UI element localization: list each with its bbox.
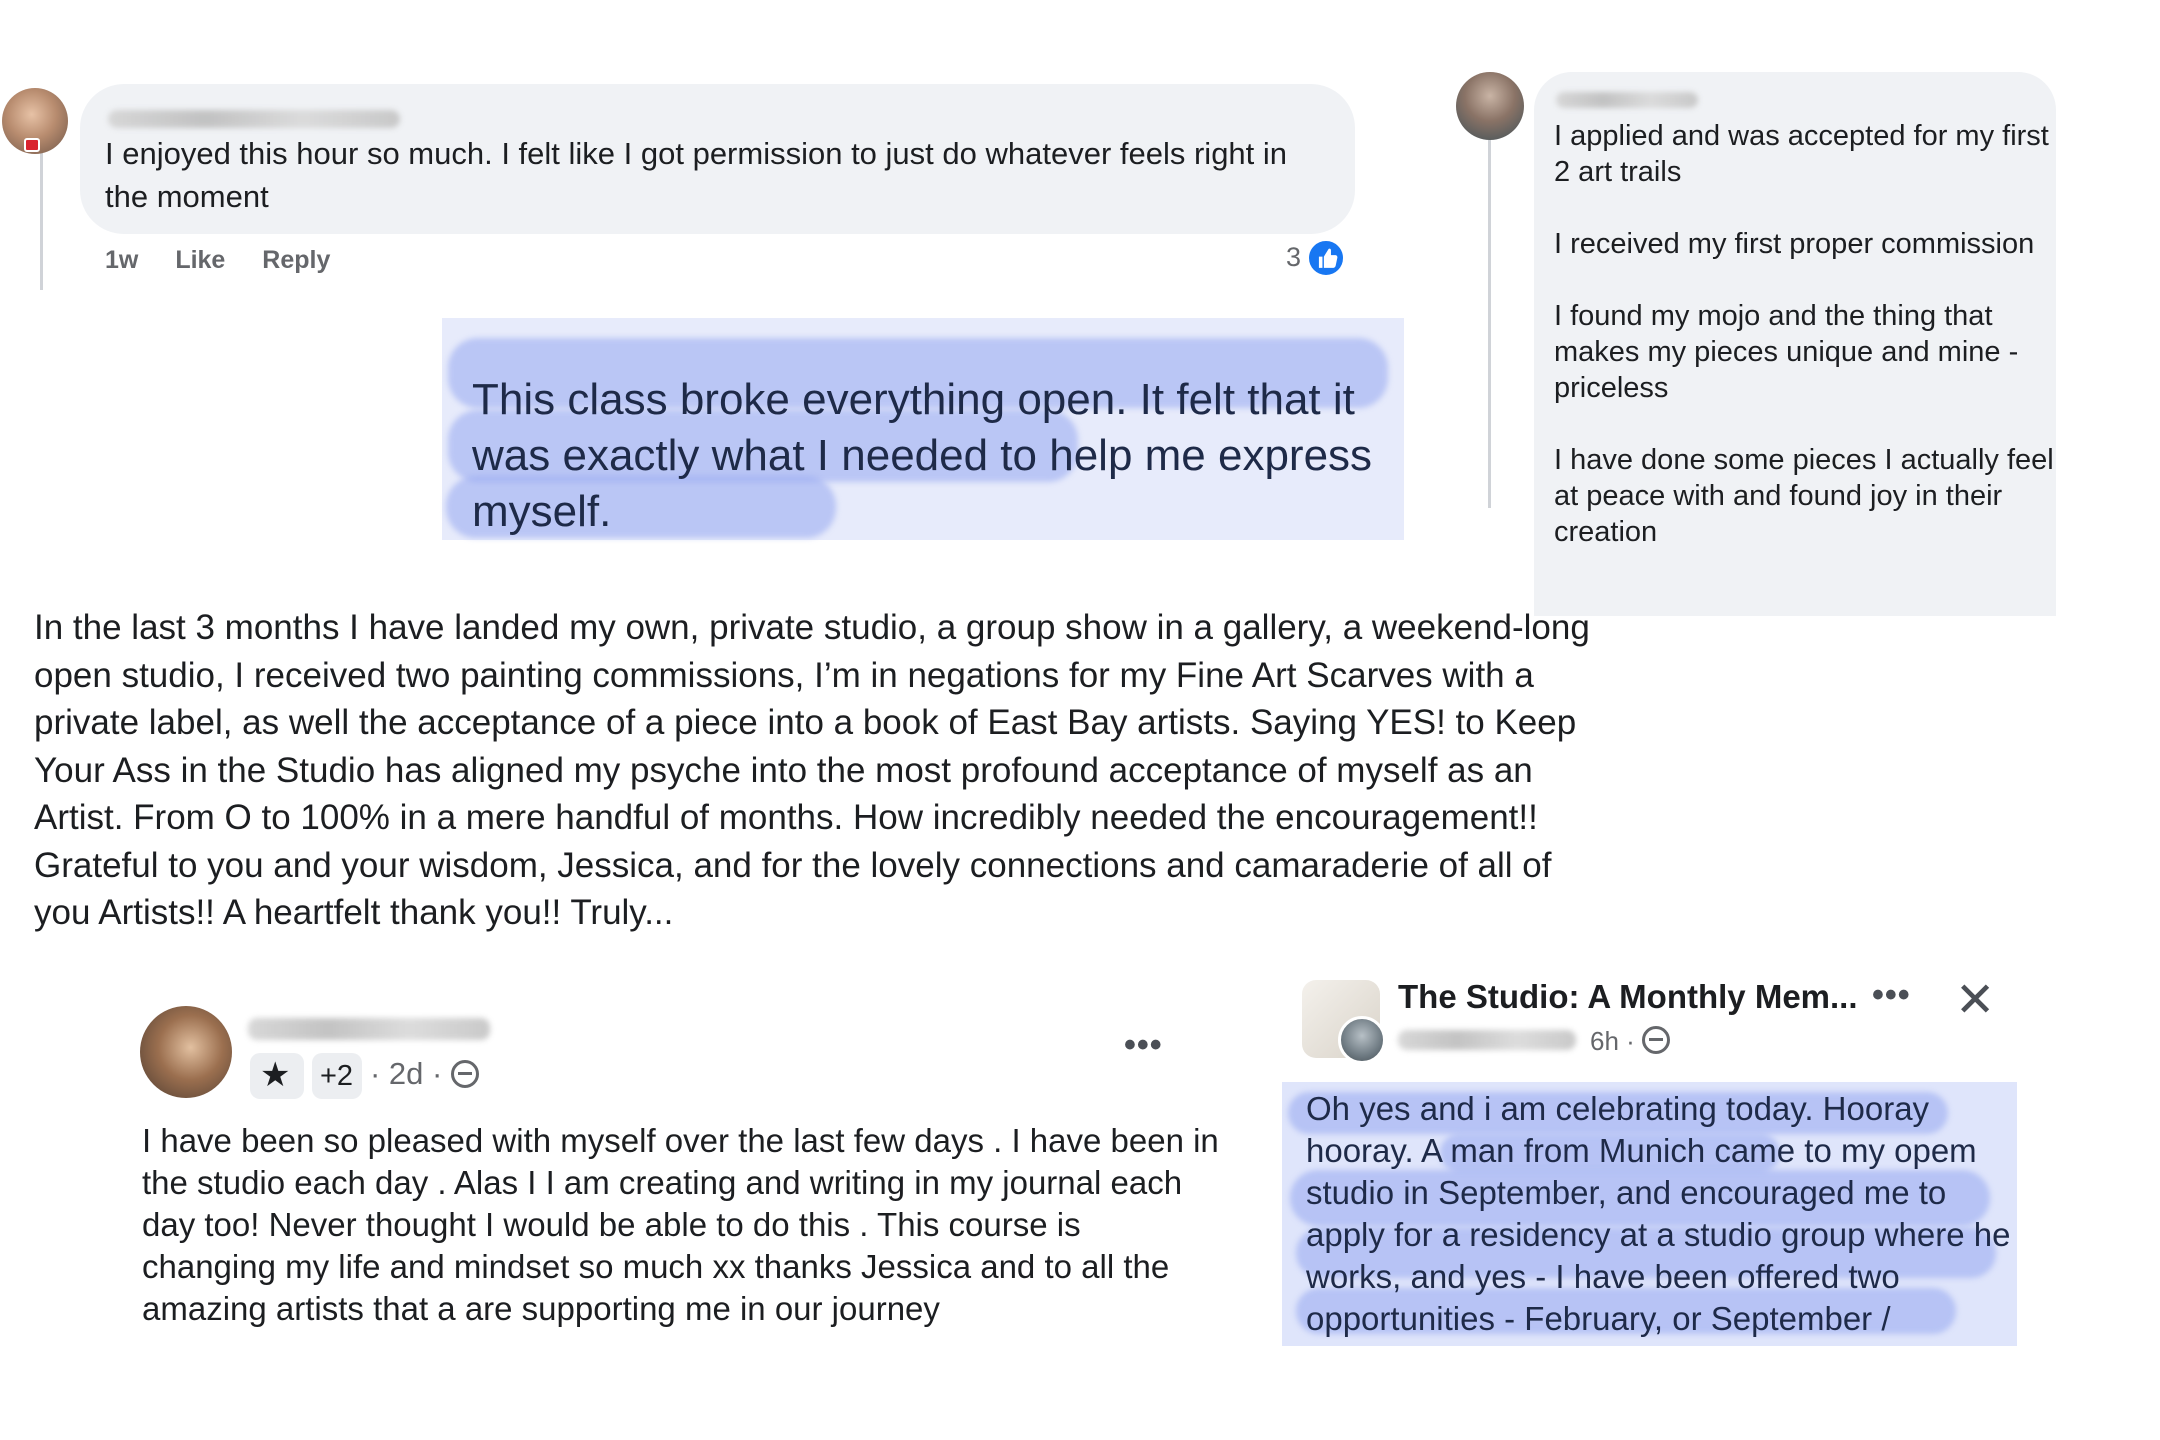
more-options-button[interactable]: ••• — [1872, 976, 1911, 1015]
audience-icon — [450, 1060, 479, 1088]
badge-count: +2 — [320, 1060, 354, 1092]
star-icon: ★ — [260, 1056, 291, 1094]
comment-actions: 1w Like Reply — [105, 246, 360, 275]
post-meta: 6h · — [1590, 1026, 1671, 1057]
quote-text: This class broke everything open. It fel… — [472, 375, 1373, 536]
post-text: I have been so pleased with myself over … — [142, 1122, 1219, 1327]
commenter-name-blurred — [108, 110, 400, 128]
post-text: Oh yes and i am celebrating today. Hoora… — [1306, 1090, 2011, 1337]
badge-count-chip[interactable]: +2 — [312, 1053, 362, 1099]
thumbs-up-icon — [1307, 239, 1345, 277]
testimonial-text: In the last 3 months I have landed my ow… — [34, 608, 1590, 932]
more-options-button[interactable]: ••• — [1124, 1026, 1163, 1065]
list-item: I received my first proper commission — [1554, 228, 2035, 260]
member-avatar[interactable] — [1338, 1016, 1386, 1064]
badge-chip[interactable]: ★ — [250, 1053, 304, 1099]
list-item: I applied and was accepted for my first … — [1554, 120, 2049, 188]
comment-text: I enjoyed this hour so much. I felt like… — [105, 136, 1288, 214]
comment-timestamp: 1w — [105, 246, 139, 274]
comment-list: I applied and was accepted for my first … — [1554, 118, 2054, 586]
avatar[interactable] — [1456, 72, 1524, 140]
like-button[interactable]: Like — [175, 246, 225, 274]
post-timestamp[interactable]: · 2d · — [370, 1056, 442, 1091]
reply-button[interactable]: Reply — [262, 246, 330, 274]
post-meta: · 2d · — [370, 1056, 479, 1092]
thread-line — [1488, 138, 1491, 508]
poster-name-blurred — [1398, 1030, 1576, 1050]
close-button[interactable]: ✕ — [1955, 972, 1995, 1028]
avatar[interactable] — [140, 1006, 232, 1098]
commenter-name-blurred — [1556, 92, 1698, 108]
audience-icon — [1642, 1026, 1671, 1054]
reaction-count[interactable]: 3 — [1286, 242, 1301, 273]
poster-name-blurred — [248, 1018, 490, 1040]
group-title[interactable]: The Studio: A Monthly Mem... — [1398, 978, 1858, 1016]
crop-edge — [140, 1340, 1220, 1360]
flag-icon — [24, 138, 40, 152]
list-item: I found my mojo and the thing that makes… — [1554, 300, 2019, 404]
thread-line — [40, 150, 43, 290]
post-timestamp[interactable]: 6h · — [1590, 1026, 1635, 1056]
list-item: I have done some pieces I actually feel … — [1554, 444, 2054, 548]
